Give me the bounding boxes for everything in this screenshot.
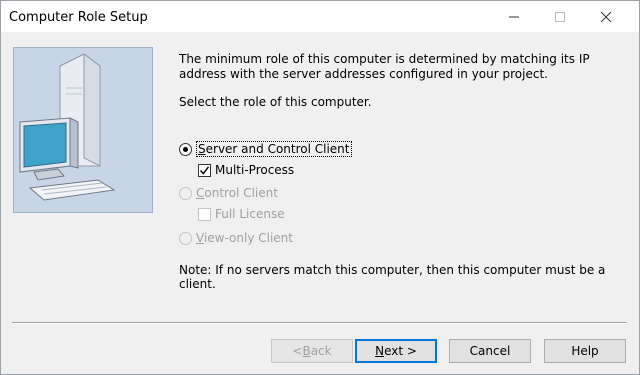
full-license-option[interactable]: Full License [198,207,285,221]
setup-dialog: Computer Role Setup The minimum role of … [0,0,640,375]
view-only-client-option[interactable]: View-only Client [179,231,293,245]
server-option-label: Server and Control Client [196,141,352,157]
minimize-icon [509,16,519,17]
maximize-button[interactable] [537,1,583,32]
multi-process-label: Multi-Process [215,163,295,177]
radio-unselected-icon[interactable] [179,186,192,200]
help-button[interactable]: Help [544,339,626,363]
maximize-icon [555,11,565,22]
computer-icon [19,53,116,201]
checkbox-unchecked-icon[interactable] [198,207,211,221]
control-client-option[interactable]: Control Client [179,186,278,200]
multi-process-option[interactable]: Multi-Process [198,163,294,177]
separator [12,322,627,324]
view-only-client-label: View-only Client [196,231,293,245]
close-button[interactable] [583,1,629,32]
cancel-button[interactable]: Cancel [449,339,531,363]
computer-illustration [13,47,153,213]
back-button[interactable]: < Back [271,339,353,363]
server-and-control-client-option[interactable]: Server and Control Client [179,141,352,157]
description-text: The minimum role of this computer is det… [179,52,590,81]
window-title: Computer Role Setup [9,10,148,25]
prompt-text: Select the role of this computer. [179,95,372,109]
radio-selected-icon[interactable] [179,142,192,156]
minimize-button[interactable] [491,1,537,32]
close-icon [600,11,612,22]
checkbox-checked-icon[interactable] [198,163,211,177]
radio-unselected-icon[interactable] [179,231,192,245]
note-text: Note: If no servers match this computer,… [179,263,606,291]
next-button[interactable]: Next > [355,339,437,363]
title-bar[interactable]: Computer Role Setup [1,1,639,32]
full-license-label: Full License [215,207,285,221]
control-client-label: Control Client [196,186,278,200]
